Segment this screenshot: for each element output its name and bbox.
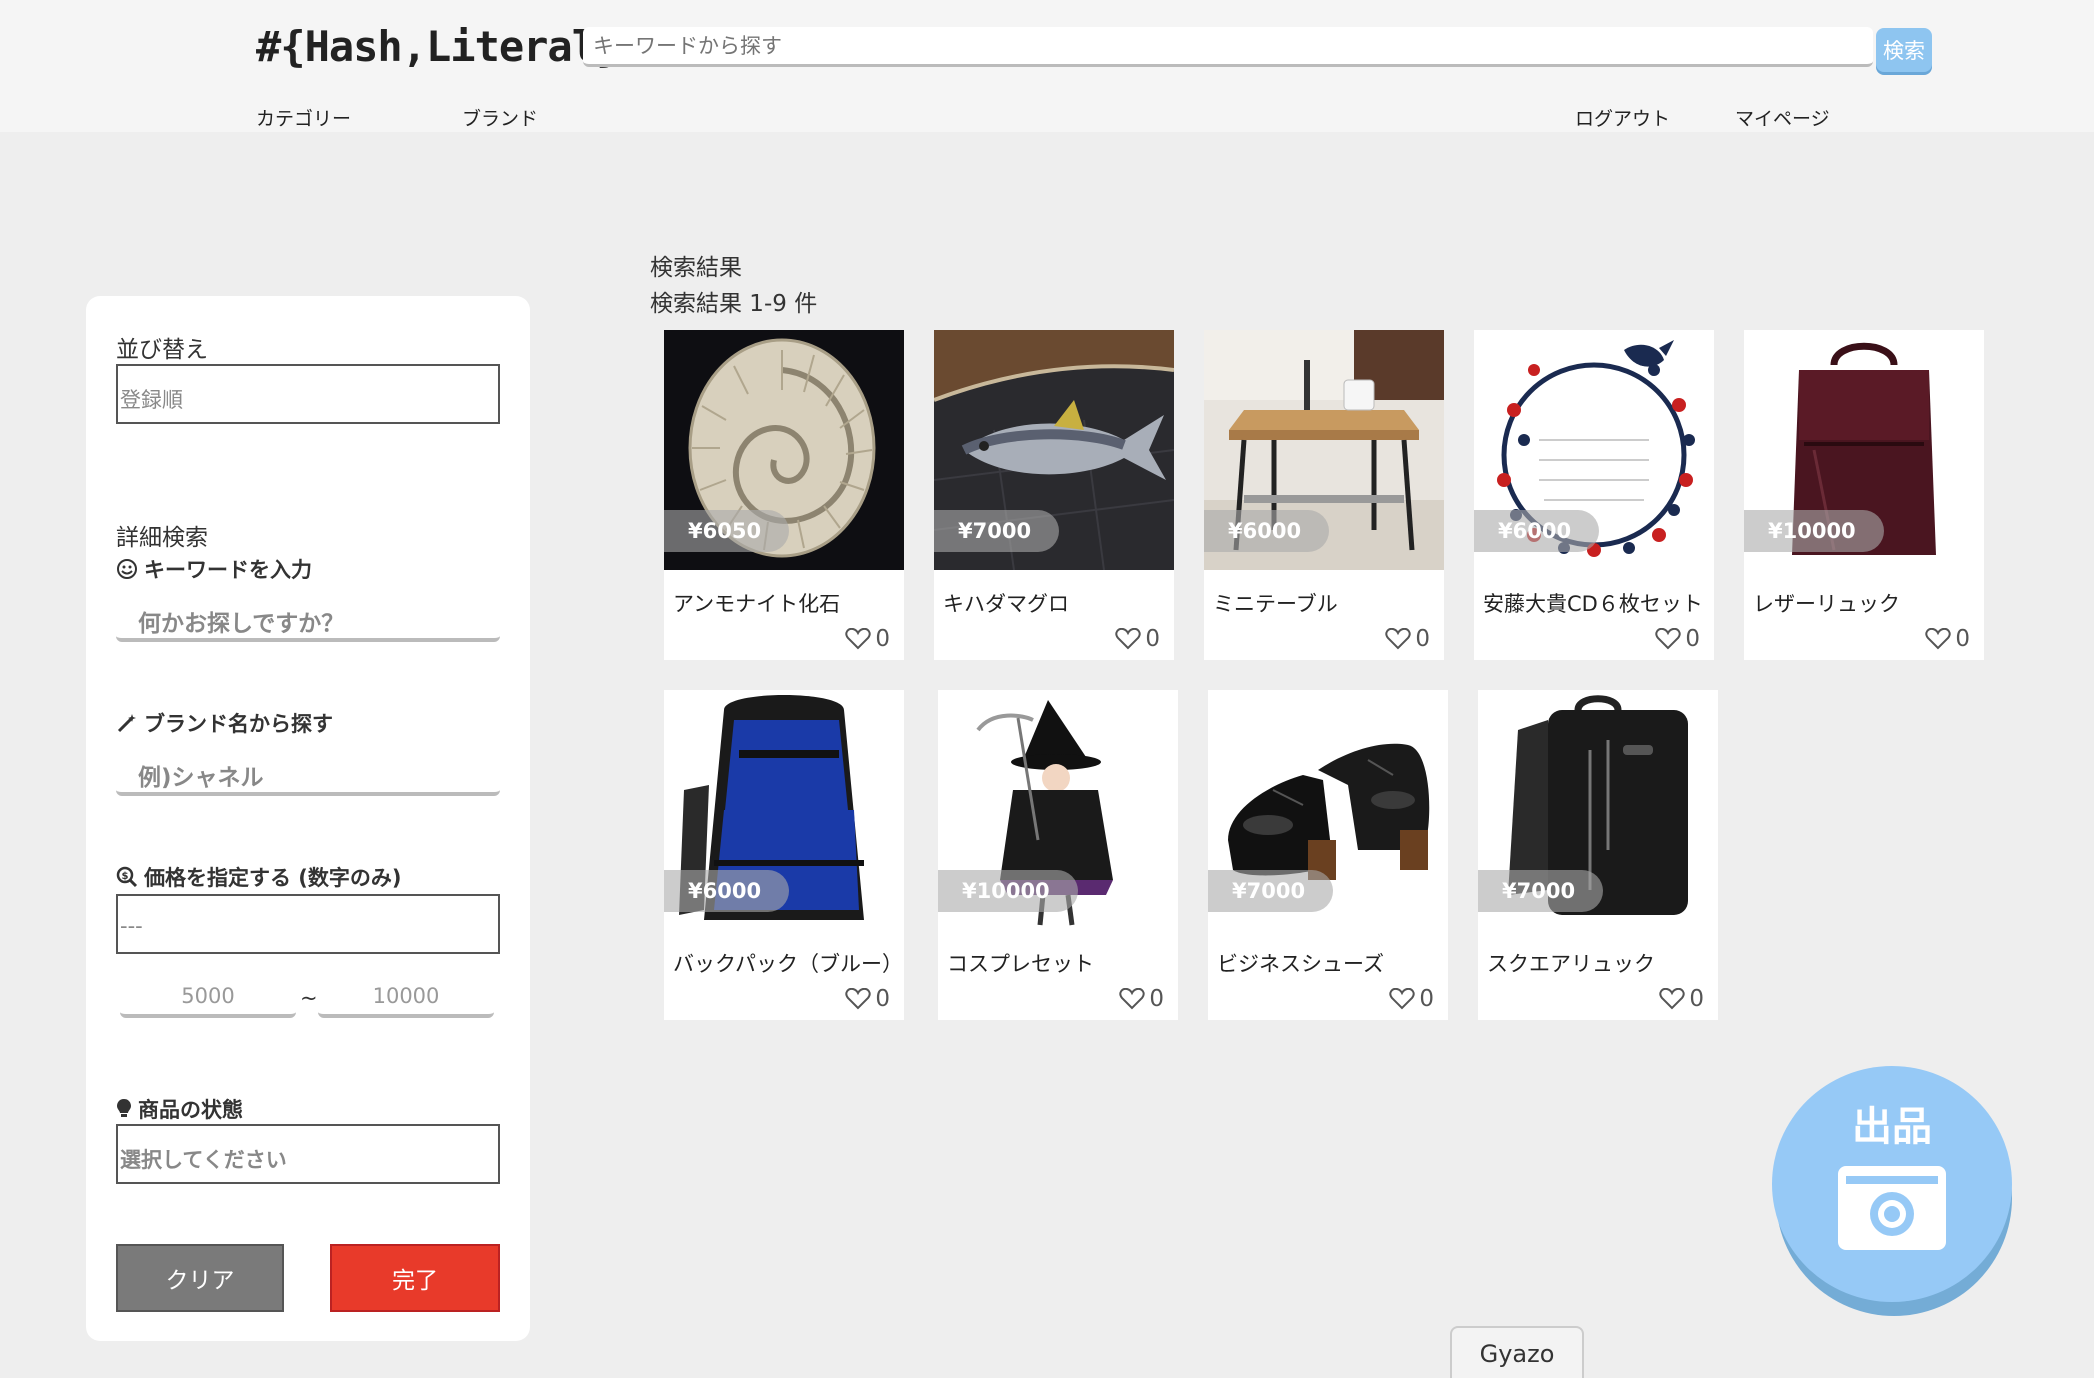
nav-mypage[interactable]: マイページ <box>1735 104 1830 131</box>
heart-icon <box>1925 628 1951 650</box>
search-dollar-icon: $ <box>116 866 138 888</box>
lightbulb-icon <box>117 1099 131 1117</box>
done-button[interactable]: 完了 <box>330 1244 500 1312</box>
nav-logout[interactable]: ログアウト <box>1575 104 1670 131</box>
product-card[interactable]: ¥10000 コスプレセット 0 <box>938 690 1178 1020</box>
header: #{Hash,Literal} 検索 カテゴリー ブランド ログアウト マイペー… <box>0 0 2094 132</box>
condition-label: 商品の状態 <box>138 1098 243 1122</box>
like-count: 0 <box>1415 626 1430 652</box>
product-card[interactable]: ¥6000 安藤大貴CD６枚セット 0 <box>1474 330 1714 660</box>
condition-label-row: 商品の状態 <box>116 1094 243 1124</box>
gyazo-tab[interactable]: Gyazo <box>1450 1326 1584 1378</box>
price-min-input[interactable]: 5000 <box>120 972 296 1018</box>
product-price: ¥10000 <box>938 870 1078 912</box>
product-name[interactable]: ミニテーブル <box>1213 588 1338 618</box>
like-button[interactable]: 0 <box>1659 986 1704 1012</box>
nav-category[interactable]: カテゴリー <box>256 104 351 131</box>
sort-select[interactable]: 登録順 <box>116 364 500 424</box>
price-label-row: $ 価格を指定する (数字のみ) <box>116 862 402 892</box>
keyword-label: キーワードを入力 <box>144 558 312 582</box>
product-name[interactable]: スクエアリュック <box>1487 948 1655 978</box>
detail-search-label: 詳細検索 <box>116 525 208 551</box>
like-button[interactable]: 0 <box>1389 986 1434 1012</box>
heart-icon <box>1389 988 1415 1010</box>
like-count: 0 <box>1689 986 1704 1012</box>
product-price: ¥7000 <box>1478 870 1604 912</box>
camera-icon <box>1838 1166 1946 1250</box>
product-name[interactable]: 安藤大貴CD６枚セット <box>1483 588 1703 618</box>
product-price: ¥10000 <box>1744 510 1884 552</box>
like-button[interactable]: 0 <box>1115 626 1160 652</box>
product-price: ¥7000 <box>934 510 1060 552</box>
like-count: 0 <box>875 626 890 652</box>
like-button[interactable]: 0 <box>1119 986 1164 1012</box>
product-name[interactable]: レザーリュック <box>1753 588 1900 618</box>
brand-input[interactable]: 例)シャネル <box>116 748 500 796</box>
magic-wand-icon <box>117 714 136 733</box>
results-title: 検索結果 <box>650 255 742 281</box>
heart-icon <box>1659 988 1685 1010</box>
product-price: ¥6000 <box>664 870 790 912</box>
product-price: ¥7000 <box>1208 870 1334 912</box>
like-button[interactable]: 0 <box>1655 626 1700 652</box>
brand-label: ブランド名から探す <box>144 712 333 736</box>
price-label: 価格を指定する (数字のみ) <box>144 866 402 890</box>
site-logo[interactable]: #{Hash,Literal} <box>256 22 621 71</box>
like-count: 0 <box>1955 626 1970 652</box>
product-card[interactable]: ¥10000 レザーリュック 0 <box>1744 330 1984 660</box>
like-count: 0 <box>1149 986 1164 1012</box>
product-card[interactable]: ¥6000 ミニテーブル 0 <box>1204 330 1444 660</box>
product-price: ¥6050 <box>664 510 790 552</box>
product-name[interactable]: アンモナイト化石 <box>673 588 840 618</box>
price-select[interactable]: --- <box>116 894 500 954</box>
product-card[interactable]: ¥7000 スクエアリュック 0 <box>1478 690 1718 1020</box>
product-name[interactable]: コスプレセット <box>947 948 1094 978</box>
like-button[interactable]: 0 <box>1385 626 1430 652</box>
brand-label-row: ブランド名から探す <box>116 708 333 738</box>
heart-icon <box>1655 628 1681 650</box>
filter-sidebar: 並び替え 登録順 詳細検索 キーワードを入力 何かお探しですか？ ブランド名から… <box>86 296 530 1341</box>
search-button[interactable]: 検索 <box>1876 28 1932 72</box>
like-count: 0 <box>1145 626 1160 652</box>
like-button[interactable]: 0 <box>845 626 890 652</box>
sell-button[interactable]: 出品 <box>1772 1066 2012 1316</box>
clear-button[interactable]: クリア <box>116 1244 284 1312</box>
like-count: 0 <box>1419 986 1434 1012</box>
heart-icon <box>1115 628 1141 650</box>
sell-button-label: 出品 <box>1852 1104 1932 1150</box>
like-button[interactable]: 0 <box>845 986 890 1012</box>
product-name[interactable]: キハダマグロ <box>943 588 1069 618</box>
heart-icon <box>845 628 871 650</box>
product-price: ¥6000 <box>1204 510 1330 552</box>
smile-icon <box>117 559 137 579</box>
price-max-input[interactable]: 10000 <box>318 972 494 1018</box>
product-card[interactable]: ¥7000 キハダマグロ 0 <box>934 330 1174 660</box>
keyword-label-row: キーワードを入力 <box>116 554 312 584</box>
product-card[interactable]: ¥6000 バックパック（ブルー） 0 <box>664 690 904 1020</box>
product-name[interactable]: バックパック（ブルー） <box>673 948 903 978</box>
like-count: 0 <box>1685 626 1700 652</box>
nav-brand[interactable]: ブランド <box>462 104 538 131</box>
condition-select[interactable]: 選択してください <box>116 1124 500 1184</box>
price-separator: ~ <box>300 986 318 1010</box>
heart-icon <box>1119 988 1145 1010</box>
results-count: 検索結果 1-9 件 <box>650 291 818 317</box>
heart-icon <box>845 988 871 1010</box>
product-price: ¥6000 <box>1474 510 1600 552</box>
like-count: 0 <box>875 986 890 1012</box>
product-card[interactable]: ¥6050 アンモナイト化石 0 <box>664 330 904 660</box>
sort-label: 並び替え <box>116 337 208 363</box>
like-button[interactable]: 0 <box>1925 626 1970 652</box>
product-name[interactable]: ビジネスシューズ <box>1217 948 1384 978</box>
svg-text:$: $ <box>122 871 129 882</box>
search-input[interactable] <box>583 27 1873 67</box>
product-card[interactable]: ¥7000 ビジネスシューズ 0 <box>1208 690 1448 1020</box>
keyword-input[interactable]: 何かお探しですか？ <box>116 594 500 642</box>
heart-icon <box>1385 628 1411 650</box>
